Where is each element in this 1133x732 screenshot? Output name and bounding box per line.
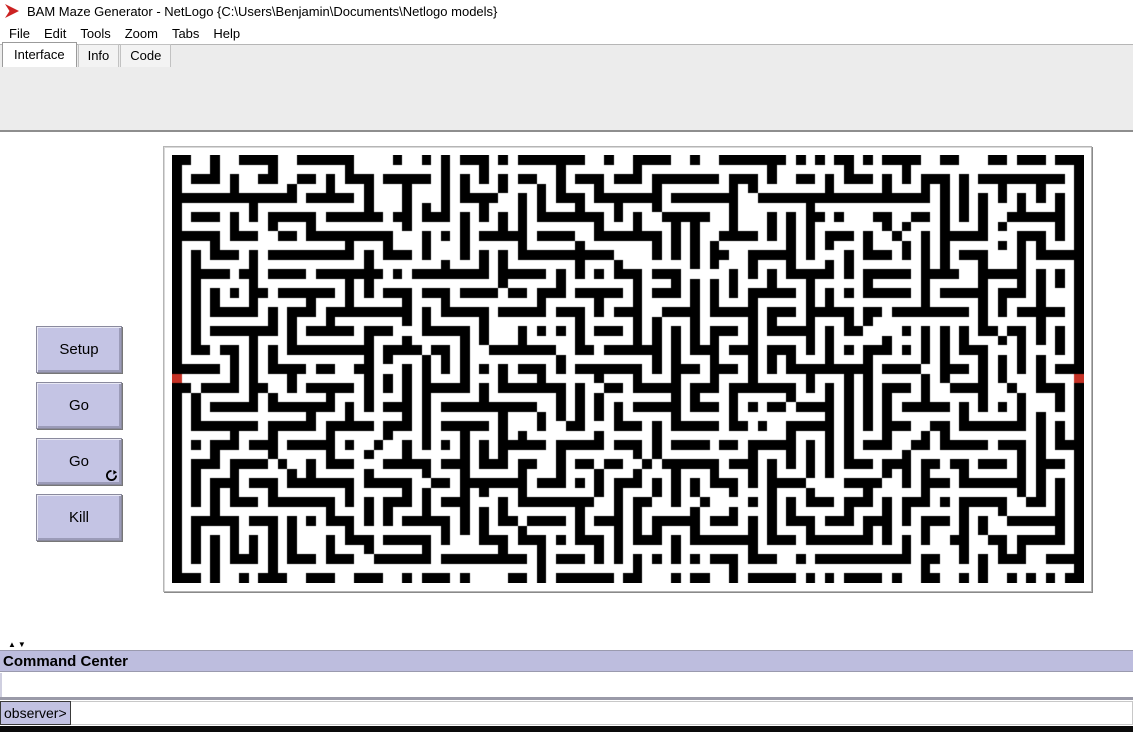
go-once-button[interactable]: Go [36, 382, 122, 429]
tab-interface[interactable]: Interface [2, 42, 77, 67]
go-forever-button[interactable]: Go [36, 438, 122, 485]
netlogo-logo-icon [5, 4, 21, 18]
world-view[interactable] [172, 155, 1084, 583]
command-input[interactable] [71, 701, 1133, 725]
interface-canvas-area: Setup Go Go Kill [0, 134, 1133, 642]
command-center-title: Command Center [3, 653, 128, 670]
tab-code[interactable]: Code [120, 44, 171, 67]
title-bar: BAM Maze Generator - NetLogo {C:\Users\B… [0, 0, 1133, 22]
command-center-header: Command Center [0, 650, 1133, 672]
window-title: BAM Maze Generator - NetLogo {C:\Users\B… [27, 4, 497, 19]
observer-prompt[interactable]: observer> [0, 701, 71, 725]
setup-button[interactable]: Setup [36, 326, 122, 373]
command-center-splitter[interactable]: ▲▼ [0, 642, 1133, 650]
forever-loop-icon [106, 470, 117, 481]
tab-info[interactable]: Info [78, 44, 120, 67]
go-once-button-label: Go [69, 397, 89, 414]
command-center-input-row: observer> [0, 701, 1133, 725]
world-view-frame [163, 146, 1092, 592]
menu-file[interactable]: File [2, 23, 37, 44]
interface-toolbar: Edit Delete Add ✓abc Button ▼ normal spe… [0, 67, 1133, 132]
setup-button-label: Setup [59, 341, 98, 358]
bottom-screen-edge [0, 726, 1133, 732]
kill-button-label: Kill [69, 509, 89, 526]
menu-edit[interactable]: Edit [37, 23, 73, 44]
go-forever-button-label: Go [69, 453, 89, 470]
menu-tools[interactable]: Tools [73, 23, 117, 44]
menu-zoom[interactable]: Zoom [118, 23, 165, 44]
kill-button[interactable]: Kill [36, 494, 122, 541]
tab-strip: Interface Info Code [0, 44, 1133, 67]
command-center-output [0, 673, 1133, 697]
splitter-arrows-icon[interactable]: ▲▼ [8, 640, 28, 649]
menu-tabs[interactable]: Tabs [165, 23, 206, 44]
menu-bar: File Edit Tools Zoom Tabs Help [0, 22, 1133, 44]
command-center-divider[interactable] [0, 697, 1133, 700]
menu-help[interactable]: Help [206, 23, 247, 44]
